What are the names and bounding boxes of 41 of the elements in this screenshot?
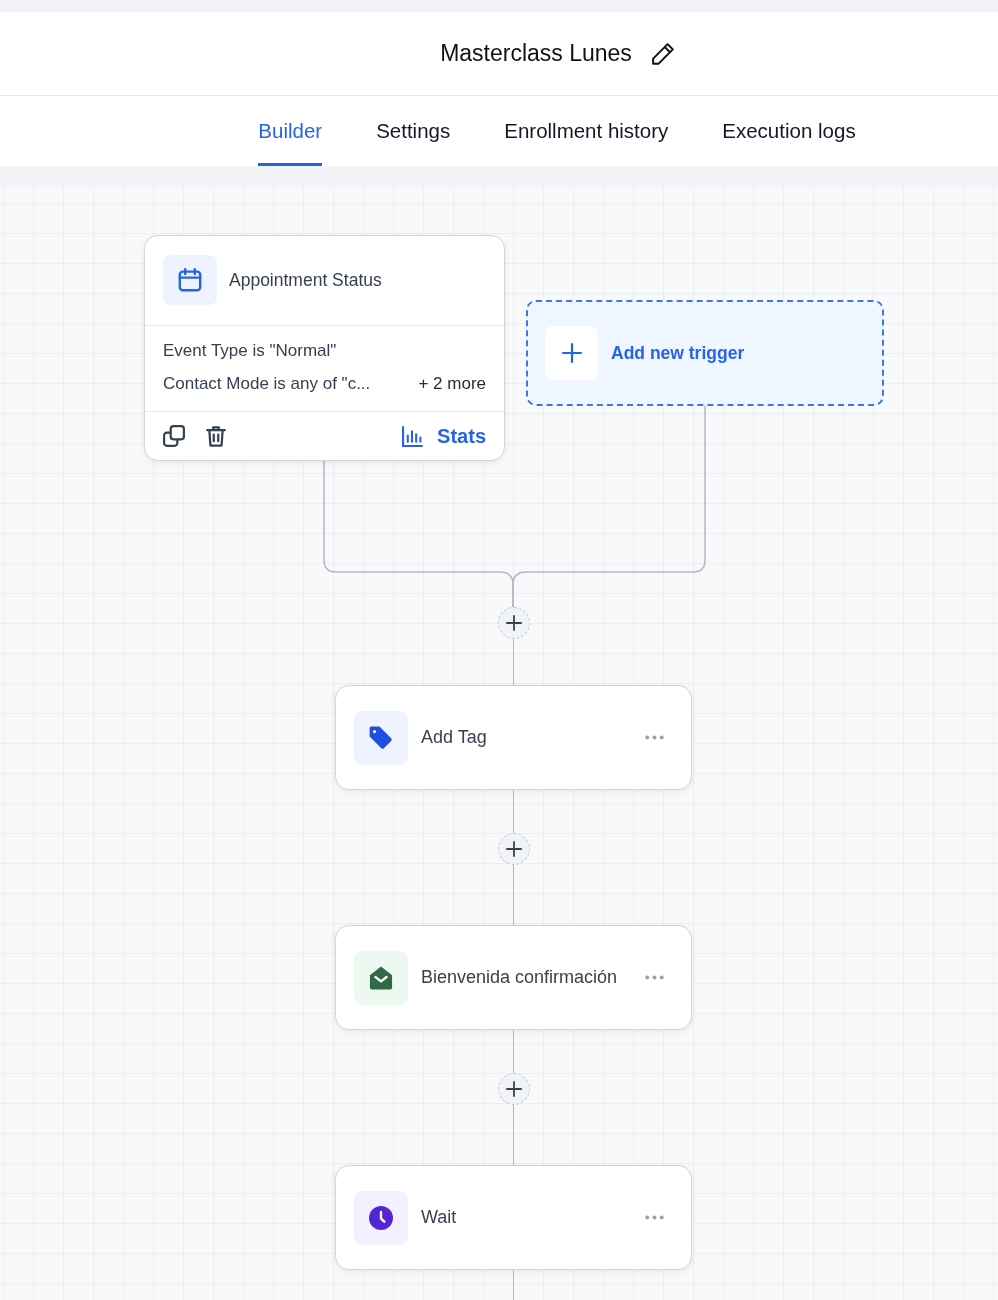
tag-icon <box>354 710 408 765</box>
condition-text: Contact Mode is any of "c... <box>163 373 371 394</box>
action-card[interactable]: Bienvenida confirmación <box>335 925 692 1030</box>
add-step-button[interactable] <box>497 1073 530 1105</box>
connector-line <box>512 1030 515 1073</box>
tab[interactable]: Enrollment history <box>504 96 669 166</box>
action-title: Add Tag <box>421 727 488 748</box>
tab[interactable]: Execution logs <box>722 96 856 166</box>
action-title: Bienvenida confirmación <box>421 967 619 988</box>
more-icon[interactable] <box>645 1215 664 1220</box>
connector-line <box>512 1270 515 1300</box>
connector-line <box>512 1105 515 1165</box>
connector-line <box>512 790 515 833</box>
bar-chart-icon <box>402 425 424 447</box>
plus-icon <box>545 326 598 380</box>
workflow-title: Masterclass Lunes <box>440 40 632 67</box>
stats-button[interactable]: Stats <box>402 424 486 448</box>
more-conditions-link[interactable]: + 2 more <box>418 373 486 394</box>
trigger-card[interactable]: Appointment Status Event Type is "Normal" Contact Mode is any of "c... + 2 more Stats <box>144 235 505 461</box>
pencil-icon[interactable] <box>651 42 674 65</box>
trash-icon[interactable] <box>206 425 226 447</box>
condition-text: Event Type is "Normal" <box>163 340 337 361</box>
action-title: Wait <box>421 1207 458 1228</box>
connector-line <box>512 865 515 925</box>
add-trigger-button[interactable]: Add new trigger <box>526 300 884 406</box>
action-card[interactable]: Add Tag <box>335 685 692 790</box>
calendar-icon <box>163 255 217 305</box>
copy-icon[interactable] <box>163 425 185 447</box>
plus-icon <box>505 841 522 857</box>
plus-icon <box>505 615 522 631</box>
connector-line <box>512 639 515 685</box>
action-card[interactable]: Wait <box>335 1165 692 1270</box>
more-icon[interactable] <box>645 975 664 980</box>
tab[interactable]: Settings <box>376 96 451 166</box>
more-icon[interactable] <box>645 735 664 740</box>
add-step-button[interactable] <box>497 607 530 639</box>
plus-icon <box>505 1081 522 1097</box>
clock-icon <box>354 1190 408 1245</box>
add-step-button[interactable] <box>497 833 530 865</box>
envelope-icon <box>354 950 408 1005</box>
trigger-title: Appointment Status <box>229 269 382 291</box>
